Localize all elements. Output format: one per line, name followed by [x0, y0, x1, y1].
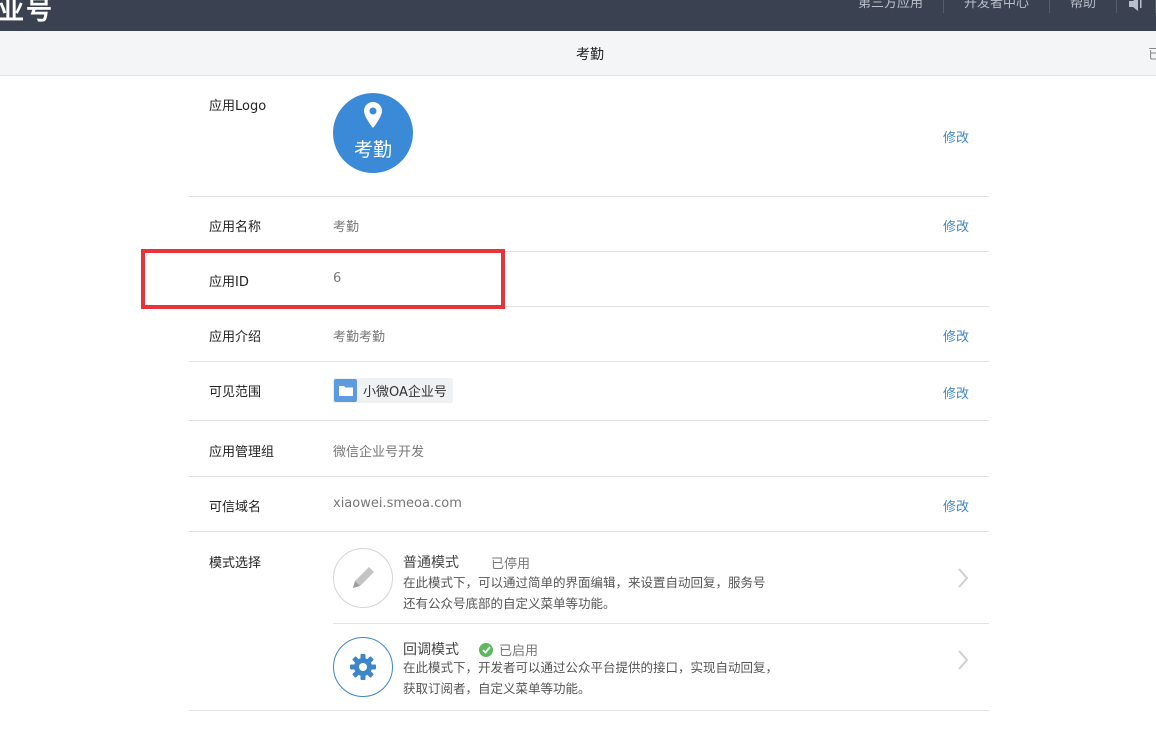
mode-title: 回调模式: [403, 642, 459, 658]
edit-domain-link[interactable]: 修改: [943, 496, 969, 515]
mode-description: 在此模式下，可以通过简单的界面编辑，来设置自动回复，服务号 还有公众号底部的自定…: [403, 572, 843, 614]
row-label: 可见范围: [209, 385, 262, 400]
row-visible-scope: 可见范围 小微OA企业号 修改: [189, 362, 989, 421]
mode-description-line: 还有公众号底部的自定义菜单等功能。: [403, 596, 616, 611]
nav-third-party-apps[interactable]: 第三方应用: [838, 0, 943, 13]
edit-scope-link[interactable]: 修改: [943, 383, 969, 402]
row-mode-selection: 模式选择 普通模式 已停用 在此模式下，可以通过简单的界面编辑，来设置自动回复，…: [189, 532, 989, 711]
row-app-intro: 应用介绍 考勤考勤 修改: [189, 307, 989, 362]
mode-description-line: 在此模式下，开发者可以通过公众平台提供的接口，实现自动回复，: [403, 660, 779, 675]
scope-tag-text: 小微OA企业号: [363, 385, 447, 400]
page-title: 考勤: [576, 47, 604, 63]
gear-icon: [333, 637, 393, 697]
pencil-icon: [333, 548, 393, 608]
nav-help[interactable]: 帮助: [1048, 0, 1116, 13]
chevron-right-icon[interactable]: [957, 568, 969, 588]
mode-description: 在此模式下，开发者可以通过公众平台提供的接口，实现自动回复， 获取订阅者，自定义…: [403, 657, 843, 699]
top-navigation-bar: 业号 第三方应用 开发者中心 帮助: [0, 0, 1156, 31]
edit-intro-link[interactable]: 修改: [943, 326, 969, 345]
folder-icon: [334, 379, 357, 402]
location-pin-icon: [364, 102, 382, 128]
app-settings-panel: 应用Logo 考勤 修改 应用名称 考勤 修改 应用ID 6 应用介绍 考勤考勤…: [189, 76, 989, 711]
scope-tag: 小微OA企业号: [333, 378, 453, 403]
mode-callback-option[interactable]: 回调模式 已启用 在此模式下，开发者可以通过公众平台提供的接口，实现自动回复， …: [333, 624, 989, 710]
mode-normal-option[interactable]: 普通模式 已停用 在此模式下，可以通过简单的界面编辑，来设置自动回复，服务号 还…: [333, 532, 989, 624]
app-logo: 考勤: [333, 93, 413, 173]
row-label: 可信域名: [209, 500, 262, 515]
page-subheader: 考勤 已: [0, 31, 1156, 76]
row-label: 应用Logo: [209, 99, 267, 114]
app-logo-text: 考勤: [353, 139, 392, 161]
row-label: 应用管理组: [209, 445, 275, 460]
brand-title: 业号: [0, 0, 55, 26]
chevron-right-icon[interactable]: [957, 650, 969, 670]
edit-logo-link[interactable]: 修改: [943, 127, 969, 146]
admin-group-value: 微信企业号开发: [333, 445, 425, 460]
row-app-logo: 应用Logo 考勤 修改: [189, 76, 989, 197]
row-label: 应用名称: [209, 220, 262, 235]
row-trusted-domain: 可信域名 xiaowei.smeoa.com 修改: [189, 477, 989, 532]
check-circle-icon: [479, 642, 493, 657]
mode-description-line: 获取订阅者，自定义菜单等功能。: [403, 681, 591, 696]
row-label: 模式选择: [209, 556, 262, 571]
top-nav: 第三方应用 开发者中心 帮助: [838, 0, 1156, 14]
row-app-name: 应用名称 考勤 修改: [189, 197, 989, 252]
trusted-domain-value: xiaowei.smeoa.com: [333, 496, 462, 511]
row-admin-group: 应用管理组 微信企业号开发: [189, 421, 989, 477]
mode-description-line: 在此模式下，可以通过简单的界面编辑，来设置自动回复，服务号: [403, 575, 766, 590]
subheader-edge-text: 已: [1148, 47, 1156, 63]
highlight-annotation-box: [141, 249, 505, 309]
mode-status-text: 已停用: [491, 557, 531, 572]
nav-developer-center[interactable]: 开发者中心: [942, 0, 1049, 13]
mode-title: 普通模式: [403, 555, 459, 571]
mode-status: 已停用: [491, 553, 530, 572]
edit-name-link[interactable]: 修改: [943, 216, 969, 235]
app-intro-value: 考勤考勤: [333, 330, 386, 345]
app-name-value: 考勤: [333, 220, 360, 235]
speaker-icon[interactable]: [1116, 0, 1156, 13]
row-label: 应用介绍: [209, 330, 262, 345]
